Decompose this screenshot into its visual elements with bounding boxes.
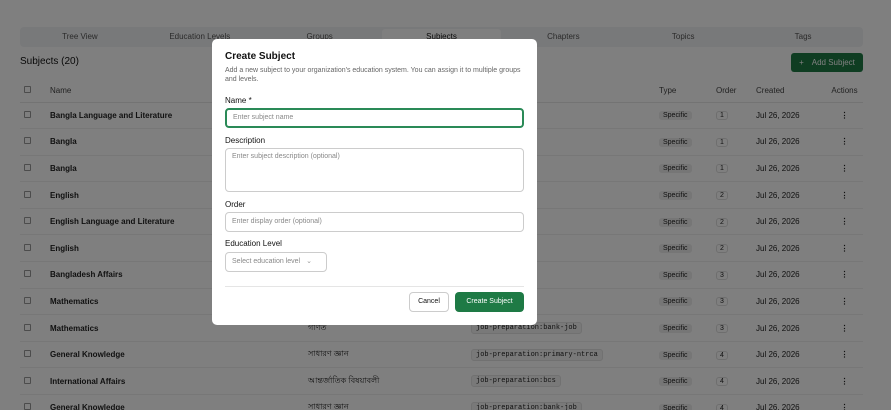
subject-name-input[interactable]: Enter subject name	[225, 108, 524, 128]
create-subject-dialog: Create Subject Add a new subject to your…	[212, 39, 537, 325]
dialog-divider	[225, 286, 524, 287]
education-level-select[interactable]: Select education level ⌄	[225, 252, 327, 272]
display-order-input[interactable]: Enter display order (optional)	[225, 212, 524, 232]
subject-description-textarea[interactable]: Enter subject description (optional)	[225, 148, 524, 192]
dialog-description: Add a new subject to your organization's…	[225, 67, 521, 83]
education-level-label: Education Level	[225, 239, 282, 248]
chevron-down-icon: ⌄	[306, 258, 312, 265]
description-label: Description	[225, 136, 266, 145]
education-level-placeholder: Select education level	[232, 258, 301, 265]
cancel-button[interactable]: Cancel	[409, 292, 449, 312]
name-label: Name *	[225, 96, 252, 105]
order-label: Order	[225, 200, 246, 209]
create-subject-button[interactable]: Create Subject	[455, 292, 524, 312]
dialog-title: Create Subject	[225, 51, 296, 62]
